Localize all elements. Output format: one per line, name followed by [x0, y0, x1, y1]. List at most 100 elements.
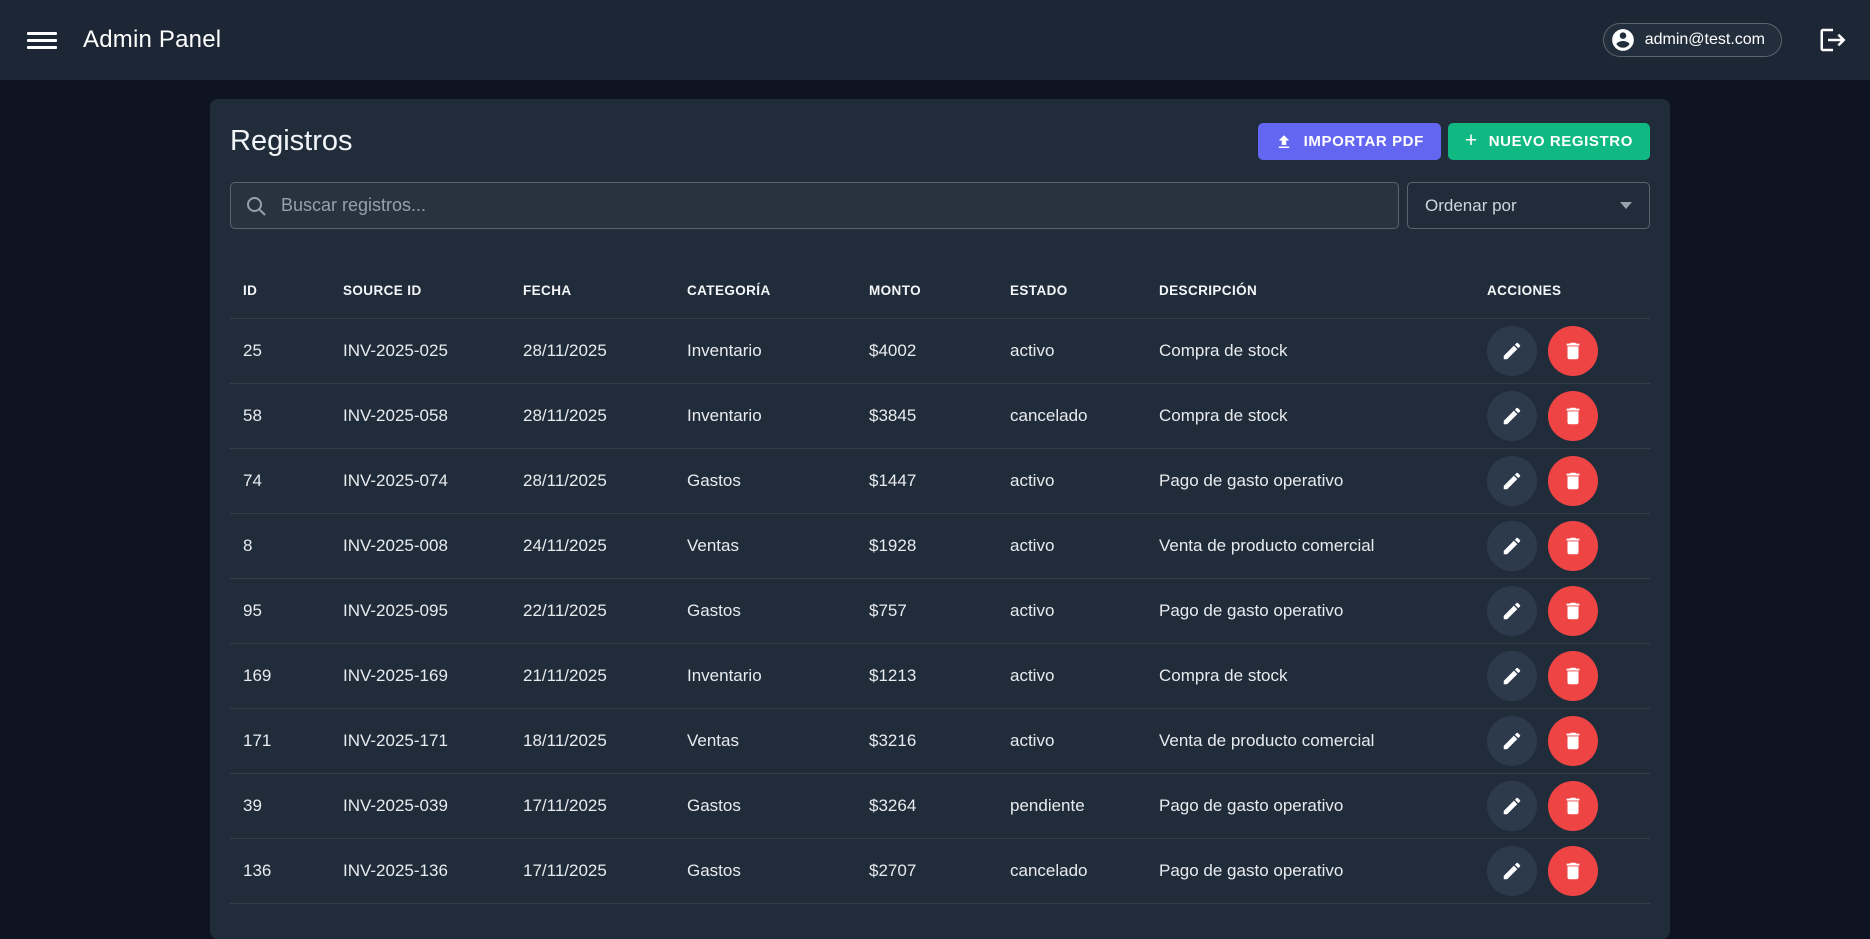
toolbar: Ordenar por: [230, 182, 1650, 229]
cell-acciones: [1474, 708, 1650, 774]
logout-button[interactable]: [1818, 25, 1848, 55]
user-email-badge[interactable]: admin@test.com: [1602, 23, 1782, 57]
edit-row-button[interactable]: [1487, 651, 1537, 701]
edit-row-button[interactable]: [1487, 716, 1537, 766]
cell-id: 136: [230, 838, 330, 904]
cell-source-id: INV-2025-058: [330, 383, 510, 449]
row-actions: [1487, 716, 1637, 766]
delete-row-button[interactable]: [1548, 846, 1598, 896]
table-row: 74 INV-2025-074 28/11/2025 Gastos $1447 activ…: [230, 448, 1650, 514]
upload-icon: [1275, 133, 1293, 151]
cell-categoria: Inventario: [674, 643, 856, 709]
sort-select-value: Ordenar por: [1425, 195, 1517, 215]
cell-monto: $1447: [856, 448, 997, 514]
cell-acciones: [1474, 383, 1650, 449]
registros-card: Registros IMPORTAR PDF + NUEVO REGISTRO …: [210, 99, 1670, 939]
row-actions: [1487, 456, 1637, 506]
cell-id: 25: [230, 318, 330, 384]
search-icon: [244, 194, 268, 218]
delete-row-button[interactable]: [1548, 586, 1598, 636]
cell-fecha: 22/11/2025: [510, 578, 674, 644]
cell-source-id: INV-2025-136: [330, 838, 510, 904]
import-pdf-button[interactable]: IMPORTAR PDF: [1257, 123, 1441, 160]
delete-row-button[interactable]: [1548, 326, 1598, 376]
edit-row-button[interactable]: [1487, 781, 1537, 831]
cell-source-id: INV-2025-095: [330, 578, 510, 644]
trash-icon: [1562, 665, 1584, 687]
cell-estado: activo: [997, 513, 1146, 579]
records-table: ID SOURCE ID FECHA CATEGORÍA MONTO ESTAD…: [230, 263, 1650, 904]
col-header-acciones: ACCIONES: [1474, 263, 1650, 319]
table-row: 95 INV-2025-095 22/11/2025 Gastos $757 activo…: [230, 578, 1650, 644]
cell-fecha: 24/11/2025: [510, 513, 674, 579]
cell-fecha: 28/11/2025: [510, 448, 674, 514]
trash-icon: [1562, 795, 1584, 817]
table-row: 8 INV-2025-008 24/11/2025 Ventas $1928 activo…: [230, 513, 1650, 579]
delete-row-button[interactable]: [1548, 651, 1598, 701]
edit-row-button[interactable]: [1487, 846, 1537, 896]
new-record-label: NUEVO REGISTRO: [1488, 133, 1633, 150]
trash-icon: [1562, 340, 1584, 362]
edit-row-button[interactable]: [1487, 456, 1537, 506]
row-actions: [1487, 326, 1637, 376]
cell-acciones: [1474, 513, 1650, 579]
edit-row-button[interactable]: [1487, 521, 1537, 571]
cell-categoria: Inventario: [674, 383, 856, 449]
edit-row-button[interactable]: [1487, 586, 1537, 636]
cell-estado: activo: [997, 318, 1146, 384]
chevron-down-icon: [1620, 202, 1632, 209]
table-row: 169 INV-2025-169 21/11/2025 Inventario $1213…: [230, 643, 1650, 709]
row-actions: [1487, 651, 1637, 701]
cell-descripcion: Compra de stock: [1146, 318, 1474, 384]
cell-monto: $3264: [856, 773, 997, 839]
cell-source-id: INV-2025-039: [330, 773, 510, 839]
account-circle-icon: [1610, 27, 1636, 53]
cell-source-id: INV-2025-169: [330, 643, 510, 709]
delete-row-button[interactable]: [1548, 391, 1598, 441]
cell-categoria: Gastos: [674, 578, 856, 644]
row-actions: [1487, 781, 1637, 831]
table-row: 39 INV-2025-039 17/11/2025 Gastos $3264 pendi…: [230, 773, 1650, 839]
trash-icon: [1562, 730, 1584, 752]
cell-descripcion: Pago de gasto operativo: [1146, 578, 1474, 644]
card-header: Registros IMPORTAR PDF + NUEVO REGISTRO: [230, 123, 1650, 160]
cell-id: 171: [230, 708, 330, 774]
new-record-button[interactable]: + NUEVO REGISTRO: [1447, 123, 1650, 160]
cell-descripcion: Pago de gasto operativo: [1146, 773, 1474, 839]
cell-source-id: INV-2025-025: [330, 318, 510, 384]
hamburger-menu-icon[interactable]: [27, 22, 57, 59]
cell-source-id: INV-2025-171: [330, 708, 510, 774]
delete-row-button[interactable]: [1548, 716, 1598, 766]
delete-row-button[interactable]: [1548, 521, 1598, 571]
cell-fecha: 21/11/2025: [510, 643, 674, 709]
page-title: Registros: [230, 125, 353, 157]
edit-row-button[interactable]: [1487, 391, 1537, 441]
cell-descripcion: Pago de gasto operativo: [1146, 838, 1474, 904]
cell-acciones: [1474, 773, 1650, 839]
cell-categoria: Inventario: [674, 318, 856, 384]
app-title: Admin Panel: [83, 26, 222, 53]
edit-row-button[interactable]: [1487, 326, 1537, 376]
sort-select[interactable]: Ordenar por: [1407, 182, 1650, 229]
cell-descripcion: Venta de producto comercial: [1146, 513, 1474, 579]
pencil-icon: [1501, 600, 1523, 622]
cell-id: 58: [230, 383, 330, 449]
cell-acciones: [1474, 448, 1650, 514]
col-header-monto: MONTO: [856, 263, 997, 319]
delete-row-button[interactable]: [1548, 456, 1598, 506]
logout-icon: [1818, 25, 1848, 55]
table-header-row: ID SOURCE ID FECHA CATEGORÍA MONTO ESTAD…: [230, 263, 1650, 319]
delete-row-button[interactable]: [1548, 781, 1598, 831]
cell-source-id: INV-2025-008: [330, 513, 510, 579]
col-header-id: ID: [230, 263, 330, 319]
cell-id: 8: [230, 513, 330, 579]
cell-acciones: [1474, 643, 1650, 709]
cell-estado: activo: [997, 708, 1146, 774]
cell-id: 74: [230, 448, 330, 514]
cell-monto: $2707: [856, 838, 997, 904]
cell-fecha: 18/11/2025: [510, 708, 674, 774]
col-header-descripcion: DESCRIPCIÓN: [1146, 263, 1474, 319]
search-input[interactable]: [279, 194, 1385, 217]
cell-monto: $3216: [856, 708, 997, 774]
cell-fecha: 17/11/2025: [510, 838, 674, 904]
